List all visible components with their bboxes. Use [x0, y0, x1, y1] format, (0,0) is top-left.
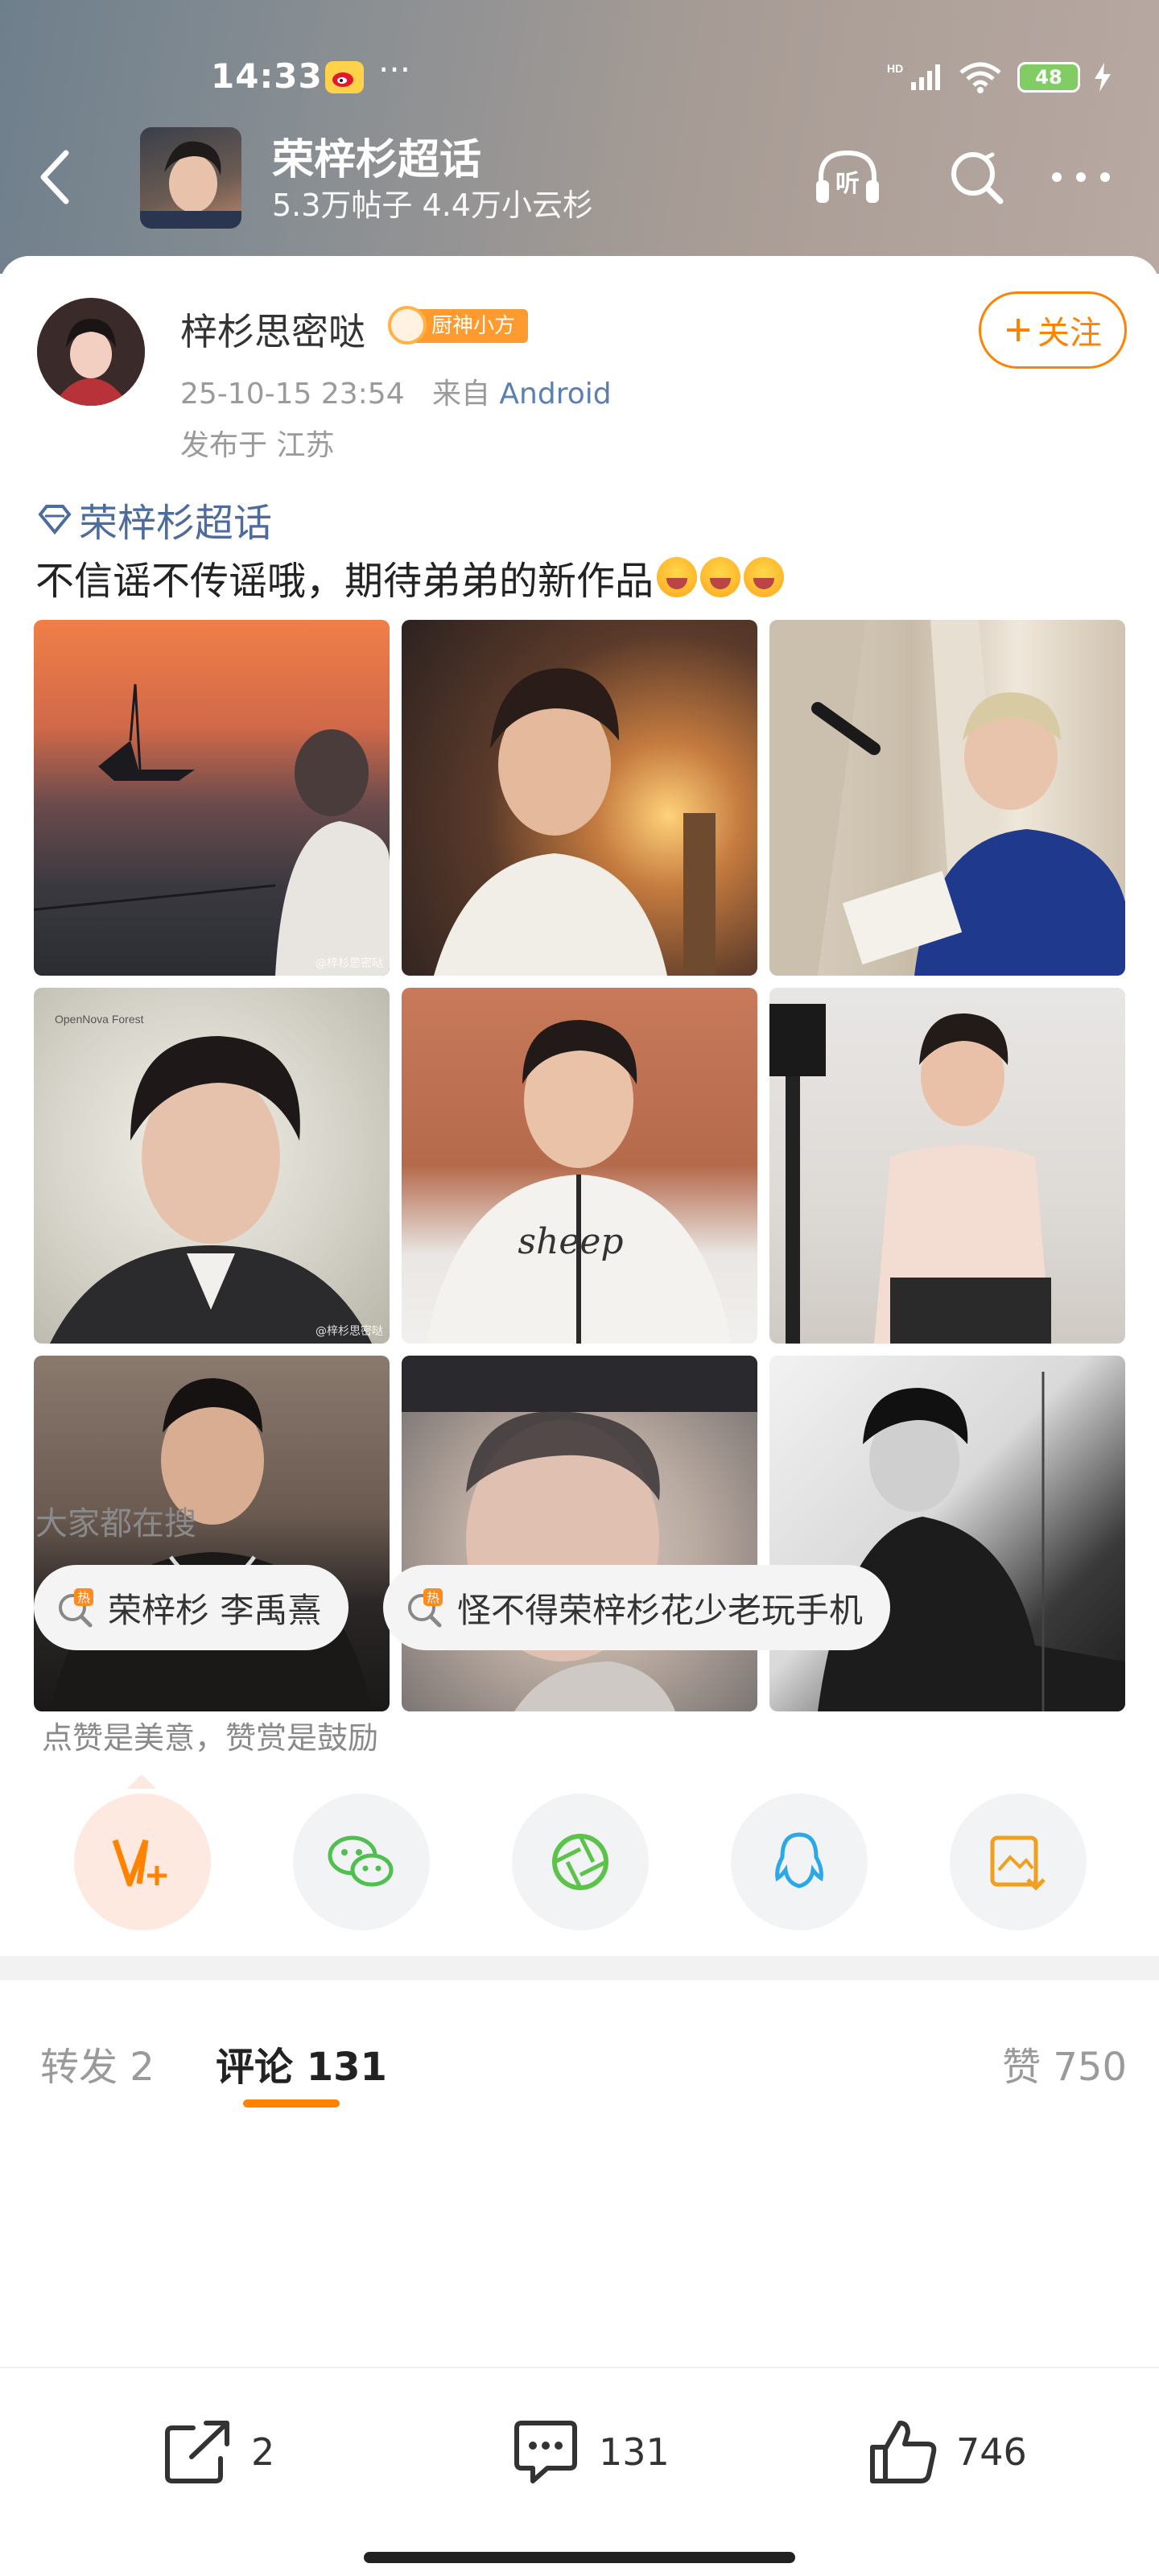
reward-button[interactable] — [74, 1794, 211, 1930]
back-arrow-icon — [40, 150, 69, 204]
hot-label: 热 — [427, 1590, 439, 1605]
status-time: 14:33 — [211, 56, 323, 96]
listen-label: 听 — [835, 170, 860, 198]
comment-action[interactable]: 131 — [509, 2417, 670, 2487]
save-image-button[interactable] — [950, 1794, 1087, 1930]
post-text-body: 不信谣不传谣哦，期待弟弟的新作品 — [35, 559, 654, 604]
active-tab-indicator — [243, 2099, 340, 2107]
headphones-icon: 听 — [816, 150, 879, 203]
save-picture-icon — [990, 1835, 1046, 1891]
post-image-5[interactable]: sheep — [402, 988, 757, 1344]
back-button[interactable] — [32, 145, 80, 209]
hot-search-icon: 热 — [404, 1587, 446, 1629]
like-count: 746 — [956, 2430, 1027, 2474]
author-badge[interactable]: 厨神小方 — [388, 306, 529, 345]
like-action[interactable]: 746 — [866, 2417, 1027, 2487]
tooltip-arrow — [127, 1774, 156, 1789]
status-indicators: HD 48 — [887, 61, 1111, 93]
hot-search-icon: 热 — [55, 1587, 97, 1629]
badge-medal-icon — [388, 306, 427, 345]
cheer-emoji-icon — [700, 557, 741, 597]
photo-shirt-text: sheep — [518, 1221, 623, 1262]
post-image-2[interactable] — [402, 620, 757, 976]
post-image-8[interactable] — [402, 1356, 757, 1711]
image-grid: @梓杉思密哒 OpenNova Forest @梓杉思密哒 sheep — [34, 620, 1125, 1711]
svg-text:HD: HD — [887, 62, 903, 75]
badge-label: 厨神小方 — [431, 314, 516, 338]
topic-stats: 5.3万帖子 4.4万小云杉 — [272, 188, 593, 223]
post-text: 不信谣不传谣哦，期待弟弟的新作品 — [35, 549, 785, 605]
post-location: 发布于 江苏 — [180, 429, 335, 462]
support-hint: 点赞是美意，赞赏是鼓励 — [42, 1720, 379, 1756]
repost-icon — [165, 2421, 229, 2483]
cheer-emoji-icon — [657, 557, 698, 597]
post-meta: 25-10-15 23:54 来自 Android — [180, 370, 612, 412]
trending-search-label: 荣梓杉 李禹熹 — [108, 1590, 322, 1630]
topic-header: 荣梓杉超话 5.3万帖子 4.4万小云杉 听 — [0, 121, 1159, 233]
repost-count: 2 — [251, 2430, 275, 2474]
more-horizontal-icon — [1052, 172, 1110, 182]
search-button[interactable] — [940, 145, 1013, 209]
image-watermark: @梓杉思密哒 — [316, 957, 383, 970]
weibo-notification-icon — [325, 61, 364, 93]
topic-title[interactable]: 荣梓杉超话 — [272, 126, 481, 186]
topic-avatar[interactable] — [140, 127, 241, 229]
author-name[interactable]: 梓杉思密哒 — [180, 303, 365, 356]
reward-v-icon — [112, 1839, 167, 1887]
tab-comments[interactable]: 评论 131 — [216, 2035, 387, 2091]
tab-reposts[interactable]: 转发 2 — [40, 2035, 155, 2091]
trending-search-label: 怪不得荣梓杉花少老玩手机 — [457, 1590, 864, 1630]
post-image-1[interactable]: @梓杉思密哒 — [34, 620, 390, 976]
share-qq-button[interactable] — [731, 1794, 868, 1930]
post-source[interactable]: Android — [499, 378, 611, 411]
follow-label: 关注 — [1037, 315, 1102, 352]
bottom-action-bar: 2 131 746 — [0, 2367, 1159, 2576]
post-image-3[interactable] — [769, 620, 1125, 976]
section-divider — [0, 1956, 1159, 1980]
hot-label: 热 — [77, 1590, 90, 1605]
comment-count: 131 — [599, 2430, 670, 2474]
topic-link[interactable]: 荣梓杉超话 — [35, 491, 272, 547]
post-image-4[interactable]: OpenNova Forest @梓杉思密哒 — [34, 988, 390, 1344]
status-bar: 14:33 ··· HD 48 — [0, 48, 1159, 113]
wechat-icon — [328, 1835, 394, 1887]
plus-icon — [1007, 319, 1029, 341]
cheer-emoji-icon — [744, 557, 785, 597]
search-icon — [951, 152, 1004, 204]
qq-penguin-icon — [775, 1832, 823, 1889]
post-card: 梓杉思密哒 厨神小方 关注 25-10-15 23:54 来自 Android … — [0, 256, 1159, 2576]
share-wechat-button[interactable] — [293, 1794, 430, 1930]
topic-link-label: 荣梓杉超话 — [79, 501, 273, 546]
moments-aperture-icon — [552, 1834, 608, 1890]
comment-bubble-icon — [514, 2421, 577, 2483]
share-moments-button[interactable] — [512, 1794, 649, 1930]
trending-search-chip-2[interactable]: 热 怪不得荣梓杉花少老玩手机 — [383, 1565, 891, 1650]
diamond-icon — [38, 505, 72, 535]
more-options-button[interactable] — [1045, 145, 1117, 209]
charging-bolt-icon — [1095, 63, 1111, 92]
battery-indicator: 48 — [1017, 62, 1080, 93]
post-image-9[interactable] — [769, 1356, 1125, 1711]
tab-likes[interactable]: 赞 750 — [1002, 2035, 1127, 2091]
cellular-signal-icon: HD — [887, 62, 940, 90]
photo-corner-text: OpenNova Forest — [55, 1013, 144, 1026]
repost-action[interactable]: 2 — [161, 2417, 274, 2487]
post-timestamp: 25-10-15 23:54 — [180, 378, 405, 411]
follow-button[interactable]: 关注 — [979, 291, 1127, 369]
listen-button[interactable]: 听 — [811, 145, 884, 209]
author-avatar[interactable] — [37, 298, 145, 406]
home-indicator[interactable] — [364, 2552, 795, 2563]
image-watermark: @梓杉思密哒 — [316, 1325, 383, 1338]
thumbs-up-icon — [870, 2421, 937, 2483]
status-more-dots: ··· — [378, 50, 411, 89]
wifi-icon — [959, 62, 1001, 93]
trending-search-title: 大家都在搜 — [35, 1505, 196, 1542]
trending-search-chip-1[interactable]: 热 荣梓杉 李禹熹 — [34, 1565, 349, 1650]
post-image-6[interactable] — [769, 988, 1125, 1344]
source-prefix: 来自 — [431, 378, 490, 411]
